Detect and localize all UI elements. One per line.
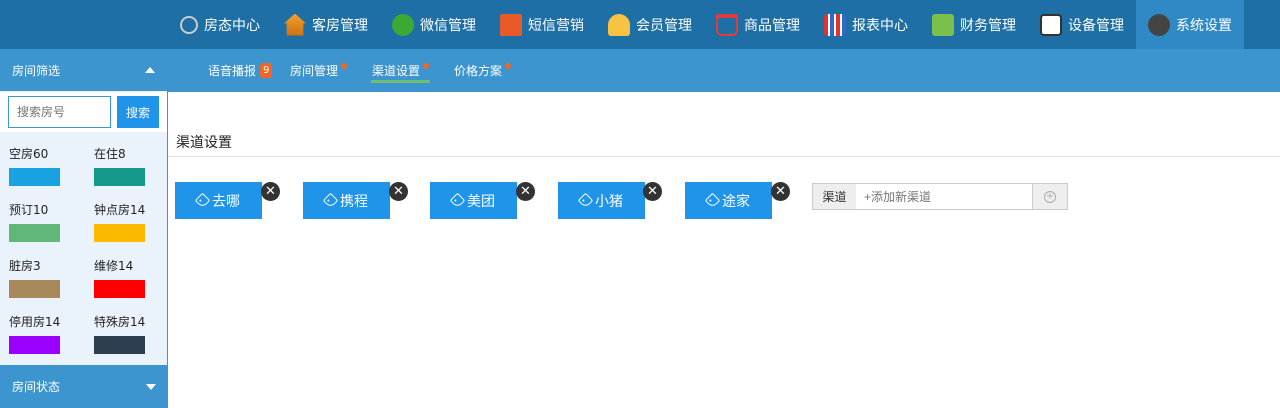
nav-wechat[interactable]: 微信管理 bbox=[380, 0, 488, 49]
channel-tag-qunar[interactable]: 去哪 bbox=[175, 182, 262, 219]
main-nav: 房态中心 客房管理 微信管理 短信营销 会员管理 商品管理 报表中心 财务管理 … bbox=[168, 0, 1244, 49]
tab-voice-broadcast[interactable]: 语音播报 9 bbox=[208, 49, 273, 92]
legend-item-occupied[interactable]: 在住8 bbox=[94, 145, 154, 186]
channel-tag-xiaozhu[interactable]: 小猪 bbox=[558, 182, 645, 219]
chevron-up-icon bbox=[145, 67, 155, 73]
legend-item-special[interactable]: 特殊房14 bbox=[94, 313, 164, 354]
nav-member[interactable]: 会员管理 bbox=[596, 0, 704, 49]
channel-input-addon: 渠道 bbox=[812, 183, 857, 210]
close-icon[interactable]: ✕ bbox=[261, 182, 280, 201]
nav-room-status[interactable]: 房态中心 bbox=[168, 0, 272, 49]
room-search-row: 搜索 bbox=[0, 92, 167, 132]
legend-swatch bbox=[9, 280, 60, 298]
money-icon bbox=[932, 13, 954, 36]
tag-icon bbox=[577, 192, 594, 209]
nav-room-management[interactable]: 客房管理 bbox=[272, 0, 380, 49]
legend-swatch bbox=[94, 224, 145, 242]
legend-item-vacant[interactable]: 空房60 bbox=[9, 145, 69, 186]
device-icon bbox=[1040, 13, 1062, 36]
nav-sms[interactable]: 短信营销 bbox=[488, 0, 596, 49]
room-status-header[interactable]: 房间状态 bbox=[0, 365, 168, 408]
report-icon bbox=[824, 13, 846, 36]
bike-icon bbox=[180, 15, 198, 34]
tab-room-management[interactable]: 房间管理 bbox=[290, 49, 348, 92]
plus-circle-icon: + bbox=[1044, 190, 1056, 203]
channel-tag-meituan[interactable]: 美团 bbox=[430, 182, 517, 219]
chevron-down-icon bbox=[146, 383, 156, 390]
page-title: 渠道设置 bbox=[176, 135, 232, 151]
legend-item-dirty[interactable]: 脏房3 bbox=[9, 257, 69, 298]
tag-icon bbox=[322, 192, 339, 209]
legend-item-reserved[interactable]: 预订10 bbox=[9, 201, 69, 242]
cart-icon bbox=[716, 13, 738, 36]
tag-icon bbox=[194, 192, 211, 209]
notification-dot bbox=[423, 62, 430, 69]
room-filter-header[interactable]: 房间筛选 bbox=[0, 49, 167, 91]
nav-finance[interactable]: 财务管理 bbox=[920, 0, 1028, 49]
member-icon bbox=[608, 13, 630, 36]
legend-swatch bbox=[94, 168, 145, 186]
room-status-title: 房间状态 bbox=[12, 380, 61, 394]
notification-dot bbox=[505, 62, 512, 69]
room-search-input[interactable] bbox=[8, 96, 111, 128]
settings-icon bbox=[1148, 13, 1170, 36]
legend-item-disabled[interactable]: 停用房14 bbox=[9, 313, 79, 354]
close-icon[interactable]: ✕ bbox=[771, 182, 790, 201]
nav-device[interactable]: 设备管理 bbox=[1028, 0, 1136, 49]
tag-icon bbox=[704, 192, 721, 209]
notification-badge: 9 bbox=[260, 63, 273, 78]
legend-swatch bbox=[9, 336, 60, 354]
house-icon bbox=[284, 13, 306, 36]
room-filter-title: 房间筛选 bbox=[12, 63, 61, 78]
wechat-icon bbox=[392, 13, 414, 36]
legend-item-hourly[interactable]: 钟点房14 bbox=[94, 201, 164, 242]
channel-tag-ctrip[interactable]: 携程 bbox=[303, 182, 390, 219]
sms-icon bbox=[500, 13, 522, 36]
legend-swatch bbox=[9, 168, 60, 186]
close-icon[interactable]: ✕ bbox=[643, 182, 662, 201]
legend-swatch bbox=[94, 280, 145, 298]
new-channel-input[interactable] bbox=[856, 183, 1033, 210]
close-icon[interactable]: ✕ bbox=[516, 182, 535, 201]
tab-channel-settings[interactable]: 渠道设置 bbox=[370, 49, 431, 92]
sub-navbar: 语音播报 9 房间管理 渠道设置 价格方案 bbox=[168, 49, 1280, 92]
close-icon[interactable]: ✕ bbox=[389, 182, 408, 201]
sidebar: 房间筛选 搜索 空房60 在住8 预订10 钟点房14 脏房3 维修14 bbox=[0, 49, 168, 408]
legend-swatch bbox=[94, 336, 145, 354]
notification-dot bbox=[341, 62, 348, 69]
nav-goods[interactable]: 商品管理 bbox=[704, 0, 812, 49]
channel-tag-tujia[interactable]: 途家 bbox=[685, 182, 772, 219]
room-search-button[interactable]: 搜索 bbox=[117, 96, 159, 128]
divider bbox=[168, 156, 1280, 157]
top-navbar: 房态中心 客房管理 微信管理 短信营销 会员管理 商品管理 报表中心 财务管理 … bbox=[0, 0, 1280, 49]
legend-swatch bbox=[9, 224, 60, 242]
add-channel-button[interactable]: + bbox=[1032, 183, 1068, 210]
legend-item-repair[interactable]: 维修14 bbox=[94, 257, 154, 298]
tab-price-plan[interactable]: 价格方案 bbox=[454, 49, 512, 92]
tag-icon bbox=[449, 192, 466, 209]
nav-system-settings[interactable]: 系统设置 bbox=[1136, 0, 1244, 49]
nav-report[interactable]: 报表中心 bbox=[812, 0, 920, 49]
